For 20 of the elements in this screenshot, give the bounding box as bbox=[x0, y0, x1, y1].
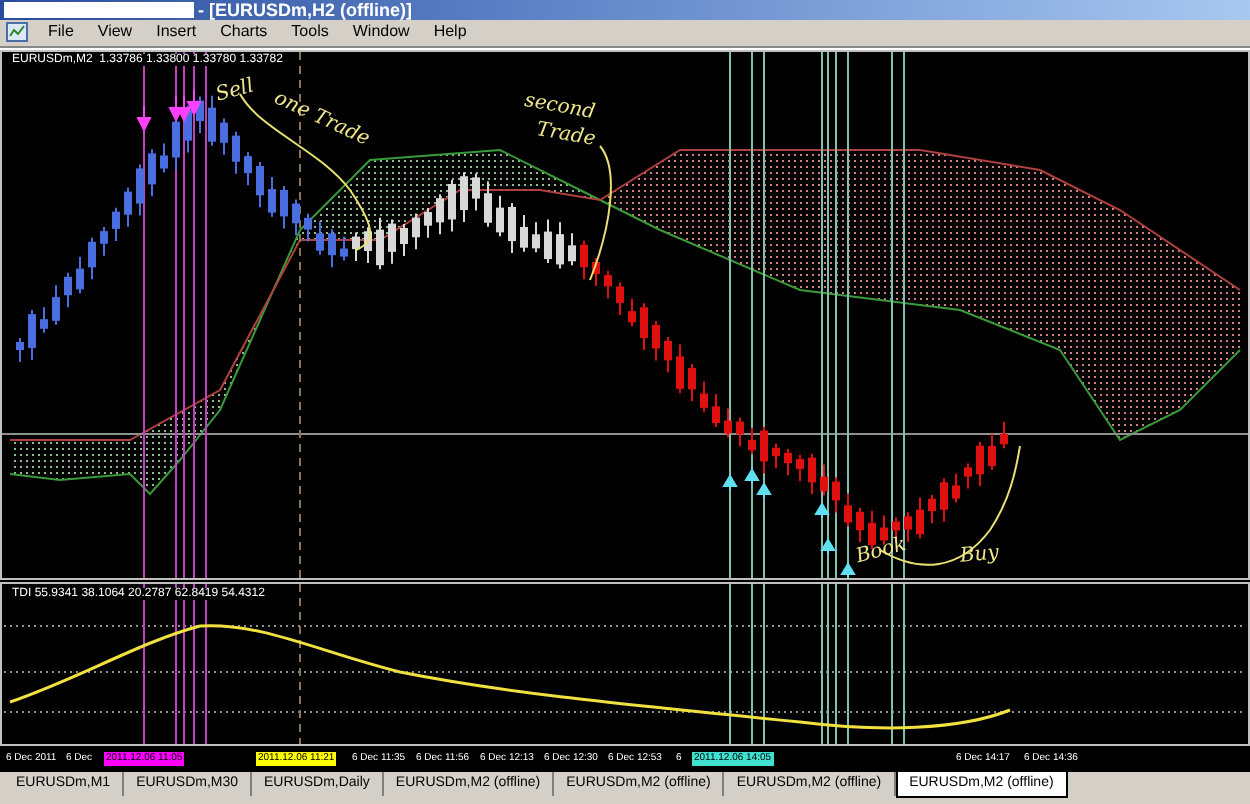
menu-item[interactable]: Tools bbox=[279, 20, 341, 45]
menu-item[interactable]: Charts bbox=[208, 20, 280, 45]
menu-item[interactable]: File bbox=[36, 20, 86, 45]
handwritten-stroke bbox=[589, 144, 612, 281]
handwritten-note: second bbox=[522, 91, 597, 124]
buy-arrow-icon bbox=[821, 538, 836, 555]
menu-item[interactable]: Help bbox=[421, 20, 479, 45]
buy-arrow-icon bbox=[815, 502, 830, 519]
handwritten-note: Book bbox=[854, 535, 909, 568]
menu-item[interactable]: Window bbox=[340, 20, 422, 45]
handwritten-note: Trade bbox=[534, 120, 597, 151]
buy-arrow-icon bbox=[723, 474, 738, 491]
chart-app-icon[interactable] bbox=[6, 22, 28, 43]
sell-arrow-icon bbox=[137, 104, 152, 131]
window-title: - [EURUSDm,H2 (offline)] bbox=[198, 0, 412, 20]
handwritten-note: Sell bbox=[214, 76, 257, 107]
menu-item[interactable]: Insert bbox=[144, 20, 209, 45]
menu-item[interactable]: View bbox=[85, 20, 145, 45]
buy-arrow-icon bbox=[841, 562, 856, 579]
handwritten-note: Buy bbox=[959, 543, 1000, 568]
